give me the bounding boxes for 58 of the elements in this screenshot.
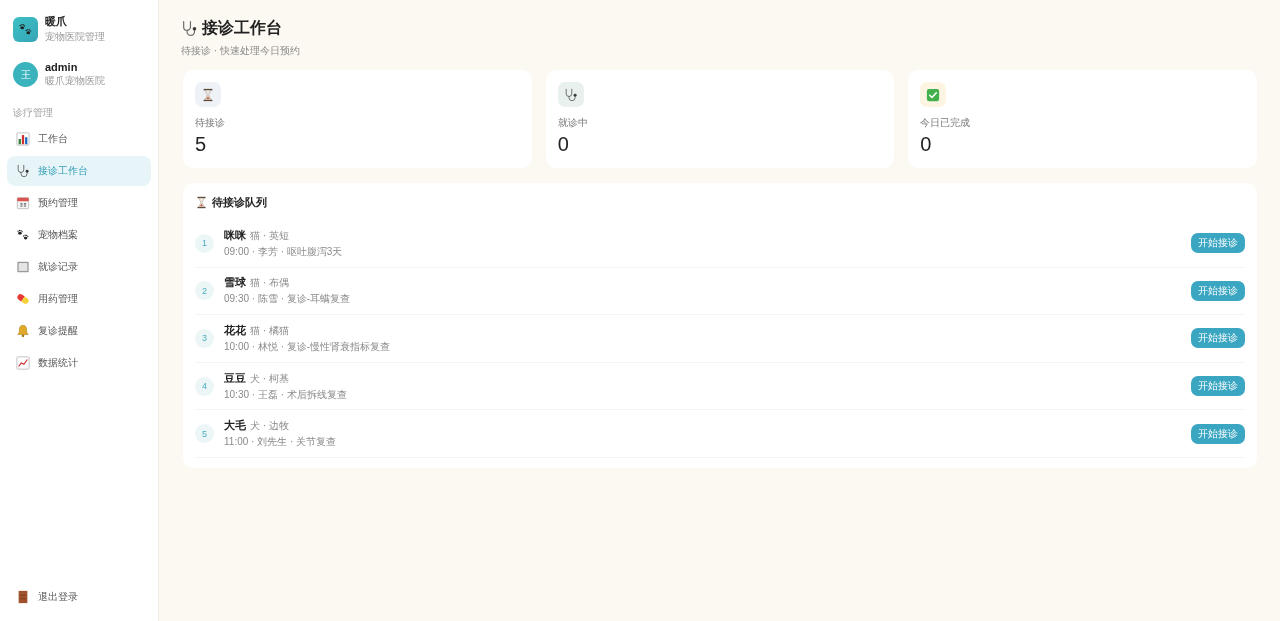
queue-title: 待接诊队列 — [212, 195, 267, 210]
queue-number: 3 — [195, 329, 214, 348]
sidebar-item[interactable]: 用药管理 — [7, 284, 151, 314]
stat-label: 待接诊 — [195, 116, 226, 130]
pet-breed: 犬 · 边牧 — [250, 419, 289, 434]
appointment-details: 09:00 · 李芳 · 呕吐腹泻3天 — [224, 244, 344, 259]
stethoscope-icon — [16, 164, 30, 178]
bar-chart-icon — [16, 132, 30, 146]
brand-subtitle: 宠物医院管理 — [45, 30, 105, 44]
sidebar-item[interactable]: 预约管理 — [7, 188, 151, 218]
line-chart-icon — [16, 356, 30, 370]
stat-value: 0 — [557, 133, 570, 156]
pet-name: 雪球 — [224, 275, 246, 291]
appointment-details: 09:30 · 陈雪 · 复诊-耳螨复查 — [224, 292, 352, 307]
hourglass-icon — [195, 82, 221, 107]
page-title: 接诊工作台 — [202, 18, 282, 38]
user-name: admin — [45, 61, 79, 73]
logout-item[interactable]: 退出登录 — [7, 582, 151, 612]
queue-number: 1 — [195, 233, 214, 253]
bell-icon — [16, 324, 30, 338]
sidebar-item[interactable]: 宠物档案 — [7, 220, 151, 250]
check-box-icon — [920, 82, 947, 107]
door-icon — [16, 590, 30, 604]
appointment-details: 11:00 · 刘先生 · 关节复查 — [224, 435, 338, 450]
stat-value: 0 — [920, 133, 933, 156]
queue-number: 5 — [195, 424, 214, 444]
user-avatar: 王 — [13, 62, 38, 87]
notebook-icon — [16, 260, 30, 274]
stat-label: 今日已完成 — [920, 116, 972, 130]
user-organization: 暖爪宠物医院 — [45, 74, 105, 88]
appointment-details: 10:00 · 林悦 · 复诊-慢性肾衰指标复查 — [224, 340, 392, 354]
pet-name: 咪咪 — [224, 227, 246, 243]
pet-breed: 猫 · 橘猫 — [250, 324, 289, 338]
stat-label: 就诊中 — [557, 116, 589, 130]
pet-breed: 猫 · 英短 — [250, 228, 289, 243]
queue-number: 4 — [195, 376, 214, 396]
appointment-details: 10:30 · 王磊 · 术后拆线复查 — [224, 387, 348, 402]
pet-name: 大毛 — [224, 418, 246, 434]
stat-value: 5 — [195, 133, 208, 156]
queue-number: 2 — [195, 281, 214, 301]
paw-prints-icon — [16, 228, 30, 242]
stethoscope-icon — [557, 82, 584, 107]
calendar-icon — [16, 196, 30, 210]
pet-name: 豆豆 — [224, 370, 246, 386]
section-label: 诊疗管理 — [13, 106, 54, 120]
pet-breed: 犬 · 柯基 — [250, 371, 289, 386]
sidebar-item[interactable]: 工作台 — [7, 124, 151, 154]
sidebar-item[interactable]: 数据统计 — [7, 348, 151, 378]
sidebar-item[interactable]: 复诊提醒 — [7, 316, 151, 346]
page-subtitle: 待接诊 · 快速处理今日预约 — [181, 44, 301, 58]
sidebar-item[interactable]: 就诊记录 — [7, 252, 151, 282]
pet-name: 花花 — [224, 323, 246, 338]
brand-name: 暖爪 — [45, 14, 68, 29]
hourglass-icon — [195, 196, 208, 209]
stethoscope-icon — [181, 20, 198, 37]
logo-icon — [13, 16, 38, 42]
pet-breed: 猫 · 布偶 — [250, 276, 289, 291]
pill-icon — [16, 292, 30, 306]
